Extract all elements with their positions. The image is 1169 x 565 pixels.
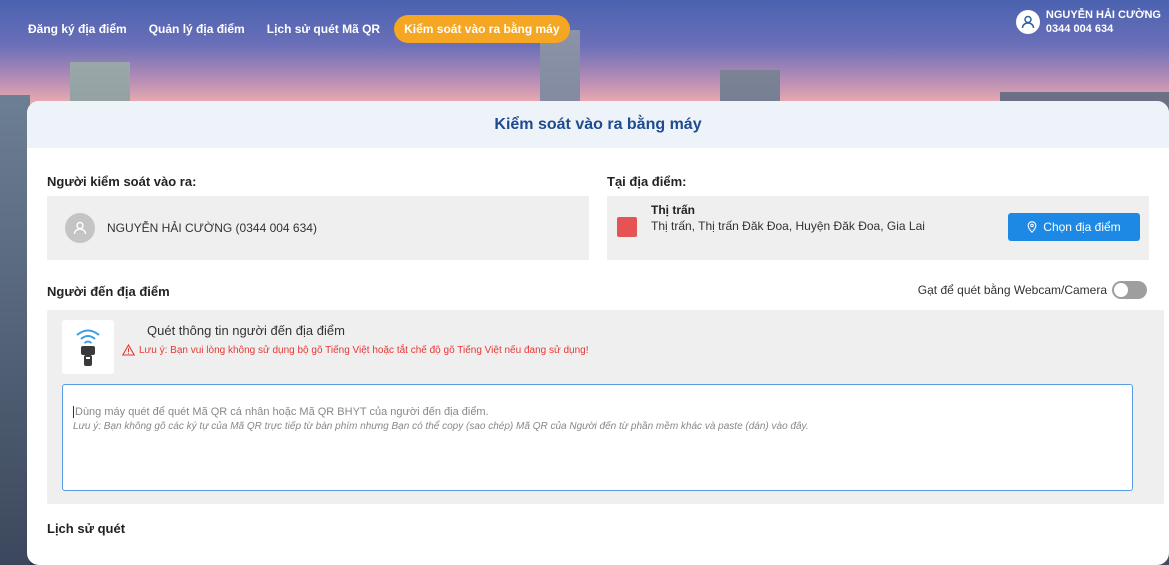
toggle-knob bbox=[1114, 283, 1128, 297]
avatar-icon bbox=[65, 213, 95, 243]
scan-placeholder: Dùng máy quét để quét Mã QR cá nhân hoặc… bbox=[75, 406, 489, 418]
controller-label: Người kiểm soát vào ra: bbox=[47, 174, 197, 189]
location-address: Thị trấn, Thị trấn Đăk Đoa, Huyện Đăk Đo… bbox=[651, 219, 925, 233]
history-label: Lịch sử quét bbox=[47, 521, 126, 536]
nav-item-machine-control[interactable]: Kiểm soát vào ra bằng máy bbox=[394, 15, 570, 43]
qr-scan-input[interactable]: Dùng máy quét để quét Mã QR cá nhân hoặc… bbox=[62, 384, 1133, 491]
top-navigation: Đăng ký địa điểm Quản lý địa điểm Lịch s… bbox=[0, 0, 1169, 58]
visitor-label: Người đến địa điểm bbox=[47, 284, 170, 299]
webcam-toggle-row: Gạt để quét bằng Webcam/Camera bbox=[918, 281, 1147, 299]
warning-row: Lưu ý: Bạn vui lòng không sử dụng bộ gõ … bbox=[122, 344, 588, 356]
choose-location-button[interactable]: Chọn địa điểm bbox=[1008, 213, 1140, 241]
barcode-scanner-icon bbox=[62, 320, 114, 374]
scan-note: Lưu ý: Bạn không gõ các ký tự của Mã QR … bbox=[73, 421, 809, 432]
warning-icon bbox=[122, 344, 135, 356]
location-color-swatch bbox=[617, 217, 637, 237]
map-pin-icon bbox=[1027, 221, 1037, 233]
webcam-toggle-label: Gạt để quét bằng Webcam/Camera bbox=[917, 283, 1107, 297]
webcam-toggle[interactable] bbox=[1112, 281, 1147, 299]
nav-item-qr-history[interactable]: Lịch sử quét Mã QR bbox=[267, 22, 380, 36]
location-panel: Thị trấn Thị trấn, Thị trấn Đăk Đoa, Huy… bbox=[607, 196, 1149, 260]
scan-panel: Quét thông tin người đến địa điểm Lưu ý:… bbox=[47, 310, 1164, 504]
nav-item-register-location[interactable]: Đăng ký địa điểm bbox=[28, 22, 127, 36]
choose-location-label: Chọn địa điểm bbox=[1043, 220, 1121, 234]
text-caret bbox=[73, 406, 74, 419]
controller-panel: NGUYỄN HẢI CƯỜNG (0344 004 634) bbox=[47, 196, 589, 260]
card-header: Kiểm soát vào ra bằng máy bbox=[27, 101, 1169, 148]
user-name: NGUYỄN HẢI CƯỜNG bbox=[1045, 9, 1161, 21]
nav-item-manage-location[interactable]: Quản lý địa điểm bbox=[149, 22, 245, 36]
user-icon bbox=[1015, 10, 1040, 34]
background-building bbox=[0, 95, 30, 565]
location-label: Tại địa điểm: bbox=[607, 174, 687, 189]
user-phone: 0344 004 634 bbox=[1045, 23, 1114, 35]
main-card: Kiểm soát vào ra bằng máy Người kiểm soá… bbox=[27, 101, 1169, 565]
user-menu[interactable]: NGUYỄN HẢI CƯỜNG 0344 004 634 bbox=[1015, 8, 1161, 36]
controller-name: NGUYỄN HẢI CƯỜNG (0344 004 634) bbox=[107, 221, 317, 235]
scan-title: Quét thông tin người đến địa điểm bbox=[147, 323, 345, 338]
warning-text: Lưu ý: Bạn vui lòng không sử dụng bộ gõ … bbox=[139, 344, 589, 356]
location-name: Thị trấn bbox=[651, 203, 695, 217]
page-title: Kiểm soát vào ra bằng máy bbox=[494, 115, 702, 133]
